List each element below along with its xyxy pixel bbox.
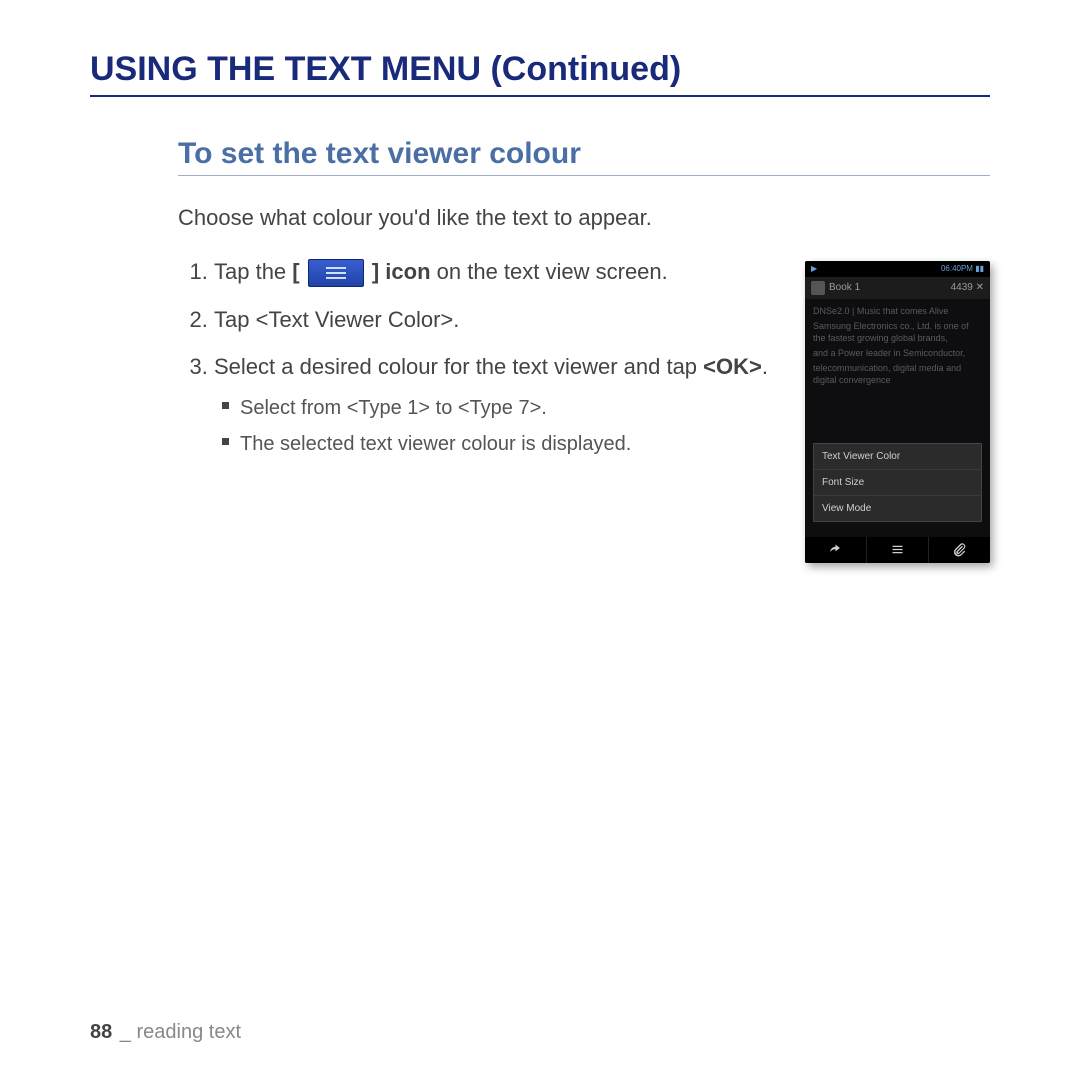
menu-item-text-viewer-color[interactable]: Text Viewer Color [814,444,981,470]
attachment-icon[interactable] [929,537,990,563]
device-body-line: DNSe2.0 | Music that comes Alive [813,305,982,317]
step3-post: . [762,354,768,379]
substep-1: Select from <Type 1> to <Type 7>. [222,394,785,422]
step2-pre: Tap [214,307,256,332]
menu-bottom-icon[interactable] [867,537,929,563]
device-status-right: 06:40PM ▮▮ [941,264,984,273]
footer-page-number: 88 [90,1021,112,1043]
device-title-right: 4439 ✕ [951,282,984,293]
device-body-line: telecommunication, digital media and dig… [813,362,982,386]
device-title-bar: Book 1 4439 ✕ [805,277,990,299]
menu-item-font-size[interactable]: Font Size [814,470,981,496]
device-body-line: and a Power leader in Semiconductor, [813,347,982,359]
footer-separator: _ [114,1021,136,1043]
device-bottom-bar [805,537,990,563]
device-popup-menu: Text Viewer Color Font Size View Mode [813,443,982,522]
device-title: Book 1 [829,282,860,293]
step1-icon-word: icon [379,259,430,284]
back-icon[interactable] [805,537,867,563]
instructions-block: Tap the [ ] icon on the text view screen… [178,257,805,477]
device-body-line: Samsung Electronics co., Ltd. is one of … [813,320,982,344]
step-1: Tap the [ ] icon on the text view screen… [214,257,785,287]
device-status-bar: ▶ 06:40PM ▮▮ [805,261,990,277]
step3-pre: Select a desired colour for the text vie… [214,354,703,379]
step-3: Select a desired colour for the text vie… [214,352,785,458]
device-mockup: ▶ 06:40PM ▮▮ Book 1 4439 ✕ DNSe2.0 | Mus… [805,261,990,563]
device-status-left: ▶ [811,264,817,273]
intro-text: Choose what colour you'd like the text t… [178,204,990,233]
footer-section: reading text [137,1021,242,1043]
step3-bold: <OK> [703,354,762,379]
page-footer: 88 _ reading text [90,1021,241,1044]
step2-bold: <Text Viewer Color> [256,307,454,332]
step2-post: . [453,307,459,332]
menu-icon [308,259,364,287]
page-heading: USING THE TEXT MENU (Continued) [90,50,990,97]
book-icon [811,281,825,295]
device-text-body: DNSe2.0 | Music that comes Alive Samsung… [805,299,990,445]
step1-pre: Tap the [214,259,292,284]
menu-item-view-mode[interactable]: View Mode [814,496,981,521]
step-2: Tap <Text Viewer Color>. [214,305,785,335]
section-heading: To set the text viewer colour [178,137,990,176]
step1-post: on the text view screen. [431,259,668,284]
substep-2: The selected text viewer colour is displ… [222,430,785,458]
step1-bracket-open: [ [292,259,299,284]
